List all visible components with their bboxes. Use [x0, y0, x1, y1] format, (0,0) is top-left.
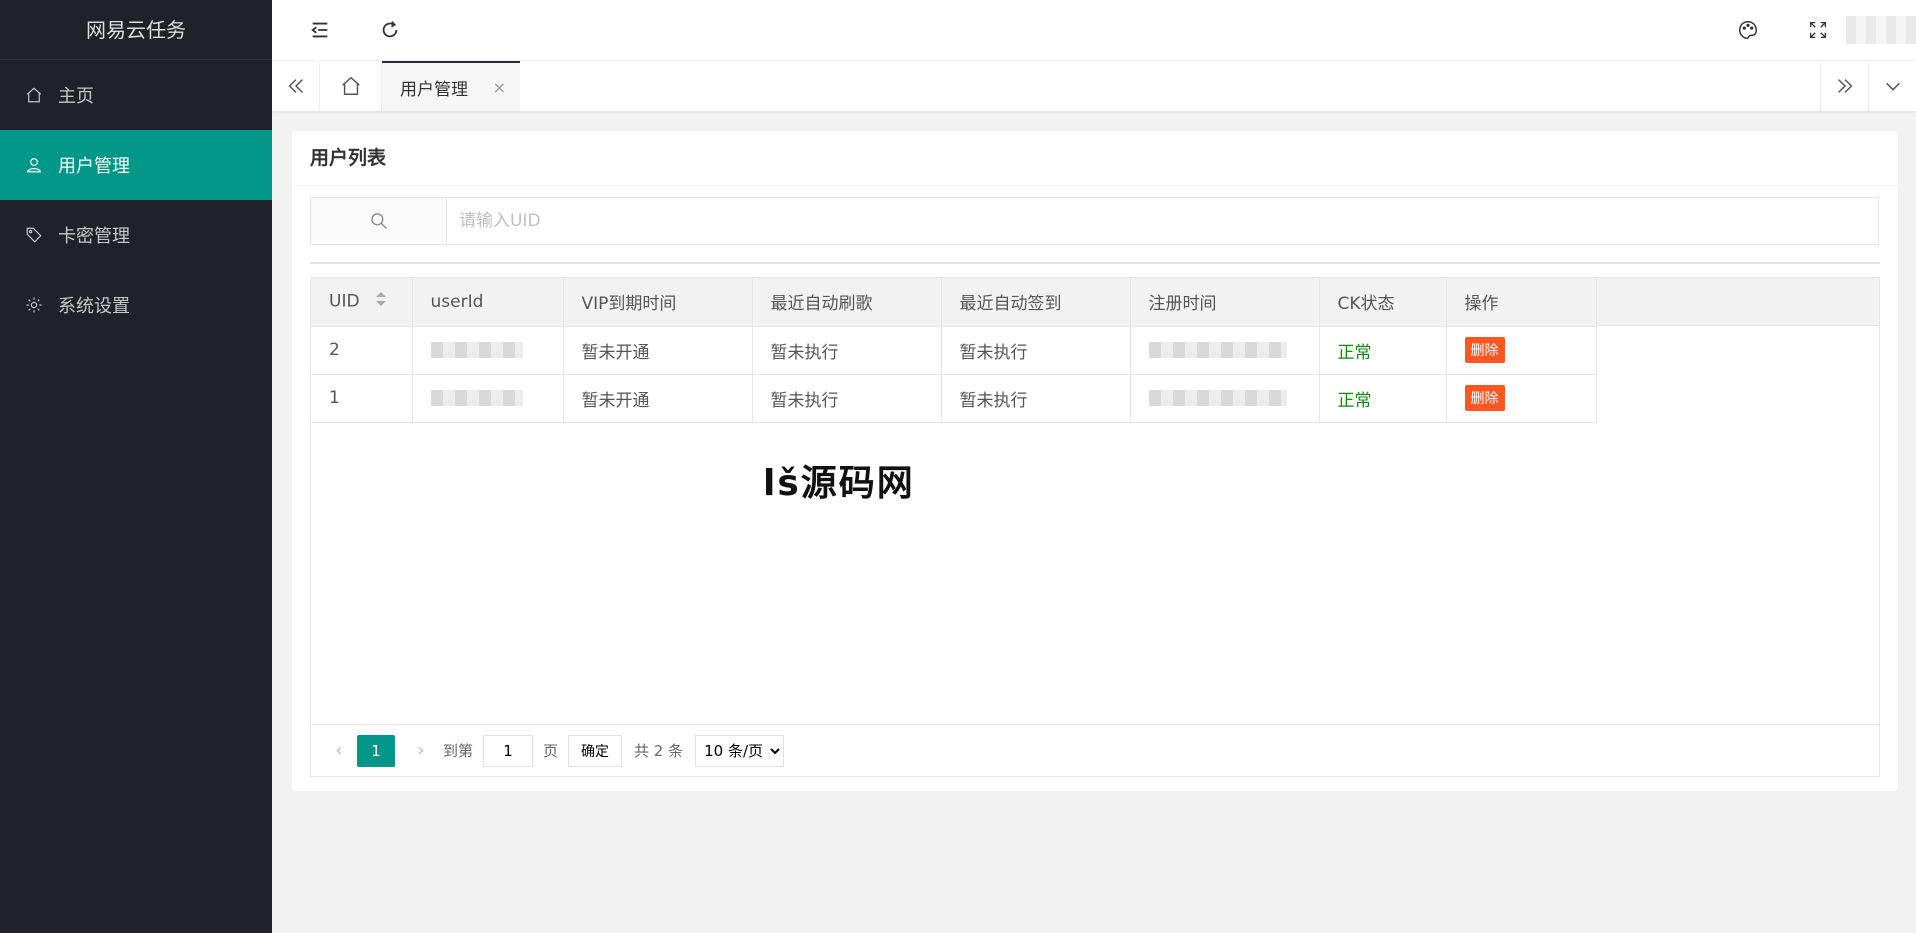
cell-auto-sign: 暂未执行 [941, 326, 1131, 375]
gear-icon [24, 295, 44, 315]
page-unit-label: 页 [543, 742, 559, 760]
indent-icon [311, 22, 328, 38]
cell-register-time [1130, 374, 1320, 423]
fullscreen-icon [1810, 22, 1826, 38]
cell-uid: 1 [311, 374, 413, 423]
tag-icon [24, 225, 44, 245]
page-title: 用户列表 [292, 131, 1898, 186]
tab-home[interactable] [320, 61, 382, 111]
col-auto-song: 最近自动刷歌 [752, 278, 942, 327]
cell-ck-status: 正常 [1319, 326, 1447, 375]
double-chevron-right-icon [1837, 79, 1852, 93]
page-button-current[interactable]: 1 [357, 734, 395, 767]
refresh-icon [382, 21, 398, 38]
delete-button[interactable]: 删除 [1464, 337, 1505, 363]
search-icon [370, 213, 387, 229]
cell-vip: 暂未开通 [563, 374, 753, 423]
cell-userid [412, 326, 564, 375]
tab-close-icon[interactable]: × [493, 78, 506, 97]
table-row: 1 暂未开通 暂未执行 暂未执行 正常 删除 [311, 374, 1597, 423]
delete-button[interactable]: 删除 [1464, 385, 1505, 411]
cell-auto-song: 暂未执行 [752, 374, 942, 423]
cell-actions: 删除 [1446, 326, 1597, 375]
user-icon [24, 155, 44, 175]
redacted-userid [430, 342, 523, 358]
tabs-scroll-right-button[interactable] [1820, 61, 1868, 111]
cell-ck-status: 正常 [1319, 374, 1447, 423]
sidebar-item-settings[interactable]: 系统设置 [0, 270, 272, 340]
redacted-userid [430, 390, 523, 406]
theme-button[interactable] [1718, 0, 1778, 60]
fullscreen-button[interactable] [1788, 0, 1848, 60]
user-list-card: 用户列表 UID userId VIP到期时间 最近自动刷歌 [292, 131, 1898, 791]
sidebar-item-label: 用户管理 [58, 156, 130, 177]
refresh-button[interactable] [360, 0, 420, 60]
col-auto-sign: 最近自动签到 [941, 278, 1131, 327]
cell-auto-sign: 暂未执行 [941, 374, 1131, 423]
col-userid: userId [412, 278, 564, 327]
col-uid[interactable]: UID [311, 278, 413, 327]
total-count: 共 2 条 [634, 742, 684, 760]
table-header-row: UID userId VIP到期时间 最近自动刷歌 最近自动签到 注册时间 CK… [311, 278, 1597, 327]
sort-icon[interactable] [375, 291, 387, 312]
cell-vip: 暂未开通 [563, 326, 753, 375]
sidebar-item-users[interactable]: 用户管理 [0, 130, 272, 200]
home-icon [341, 76, 360, 95]
tabs-bar: 用户管理 × [272, 61, 1916, 112]
menu-toggle-button[interactable] [290, 0, 350, 60]
cell-userid [412, 374, 564, 423]
double-chevron-left-icon [288, 79, 303, 93]
divider [310, 262, 1880, 264]
goto-page-input[interactable] [483, 734, 534, 767]
goto-label: 到第 [443, 742, 474, 760]
user-table: UID userId VIP到期时间 最近自动刷歌 最近自动签到 注册时间 CK… [310, 277, 1880, 777]
next-page-icon[interactable]: › [409, 740, 433, 761]
col-ck-status: CK状态 [1319, 278, 1447, 327]
col-actions: 操作 [1446, 278, 1597, 327]
cell-auto-song: 暂未执行 [752, 326, 942, 375]
cell-actions: 删除 [1446, 374, 1597, 423]
user-avatar[interactable] [1846, 16, 1916, 44]
redacted-register-time [1148, 390, 1287, 406]
tab-label: 用户管理 [400, 79, 468, 100]
goto-confirm-button[interactable]: 确定 [568, 734, 623, 767]
sidebar-item-home[interactable]: 主页 [0, 60, 272, 130]
search-bar [310, 197, 1879, 245]
sidebar-item-label: 卡密管理 [58, 226, 130, 247]
tabs-menu-button[interactable] [1868, 61, 1916, 111]
search-addon [311, 198, 447, 244]
palette-icon [1739, 21, 1757, 39]
app-title: 网易云任务 [0, 0, 272, 60]
redacted-register-time [1148, 342, 1287, 358]
watermark-logo: lš源码网 [763, 463, 915, 504]
sidebar-item-cards[interactable]: 卡密管理 [0, 200, 272, 270]
uid-search-input[interactable] [447, 198, 1878, 244]
table-header-filler [1596, 278, 1879, 326]
sidebar-item-label: 主页 [58, 86, 94, 107]
header [272, 0, 1916, 61]
prev-page-icon[interactable]: ‹ [327, 740, 351, 761]
chevron-down-icon [1885, 82, 1900, 91]
table-row: 2 暂未开通 暂未执行 暂未执行 正常 删除 [311, 326, 1597, 375]
tabs-scroll-left-button[interactable] [272, 61, 320, 111]
sidebar-item-label: 系统设置 [58, 296, 130, 317]
tab-user-management[interactable]: 用户管理 × [382, 61, 520, 111]
pagination: ‹ 1 › 到第 页 确定 共 2 条 10 条/页 [311, 724, 1879, 776]
col-vip-expire: VIP到期时间 [563, 278, 753, 327]
home-icon [24, 85, 44, 105]
sidebar: 网易云任务 主页 用户管理 卡密管理 系统设置 [0, 0, 272, 933]
col-register-time: 注册时间 [1130, 278, 1320, 327]
cell-uid: 2 [311, 326, 413, 375]
page-size-select[interactable]: 10 条/页 [695, 734, 785, 767]
cell-register-time [1130, 326, 1320, 375]
